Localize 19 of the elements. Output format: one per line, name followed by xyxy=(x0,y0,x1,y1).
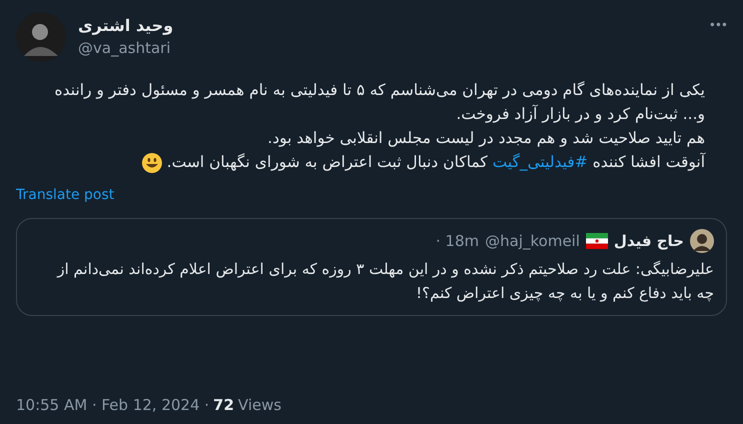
views-label: Views xyxy=(238,394,282,416)
translate-link[interactable]: Translate post xyxy=(16,187,114,203)
post-text: آنوقت افشا کننده #فیدلیتی_گیت کماکان دنبال ثبت اعتراض به شورای نگهبان است. xyxy=(40,150,705,174)
quoted-author-handle: @haj_komeil xyxy=(485,230,580,252)
smiley-emoji-icon xyxy=(140,152,163,174)
post-text: هم تایید صلاحیت شد و هم مجدد در لیست مجلس انقلابی خواهد بود. xyxy=(266,128,705,149)
author-handle[interactable]: @va_ashtari xyxy=(78,36,174,60)
quoted-author-name: حاج فیدل xyxy=(614,230,684,252)
author-name[interactable]: وحید اشتری xyxy=(78,16,174,36)
avatar xyxy=(690,229,714,253)
post-timestamp: 10:55 AM · Feb 12, 2024 · xyxy=(16,394,210,416)
views-count: 72 xyxy=(213,394,234,416)
post-text: یکی از نماینده‌های گام دومی در تهران می‌شناسم که ۵ تا فیدلیتی به نام همسر و مسئول دفتر و راننده و... ثبت‌نام کرد و در بازار آزاد فروخت. xyxy=(54,80,705,125)
quoted-post-time: · 18m xyxy=(436,230,480,252)
quoted-post-text: علیرضابیگی: علت رد صلاحیتم ذکر نشده و در این مهلت ۳ روزه که برای اعتراض اعلام کرده‌اند نمی‌دانم از چه باید دفاع کنم و یا به چه چیزی اعتراض کنم؟! xyxy=(56,259,714,304)
flag-icon xyxy=(586,233,608,249)
hashtag-link[interactable]: #فیدلیتی_گیت xyxy=(492,153,588,171)
avatar[interactable] xyxy=(16,12,66,62)
more-button[interactable]: ••• xyxy=(708,12,727,34)
